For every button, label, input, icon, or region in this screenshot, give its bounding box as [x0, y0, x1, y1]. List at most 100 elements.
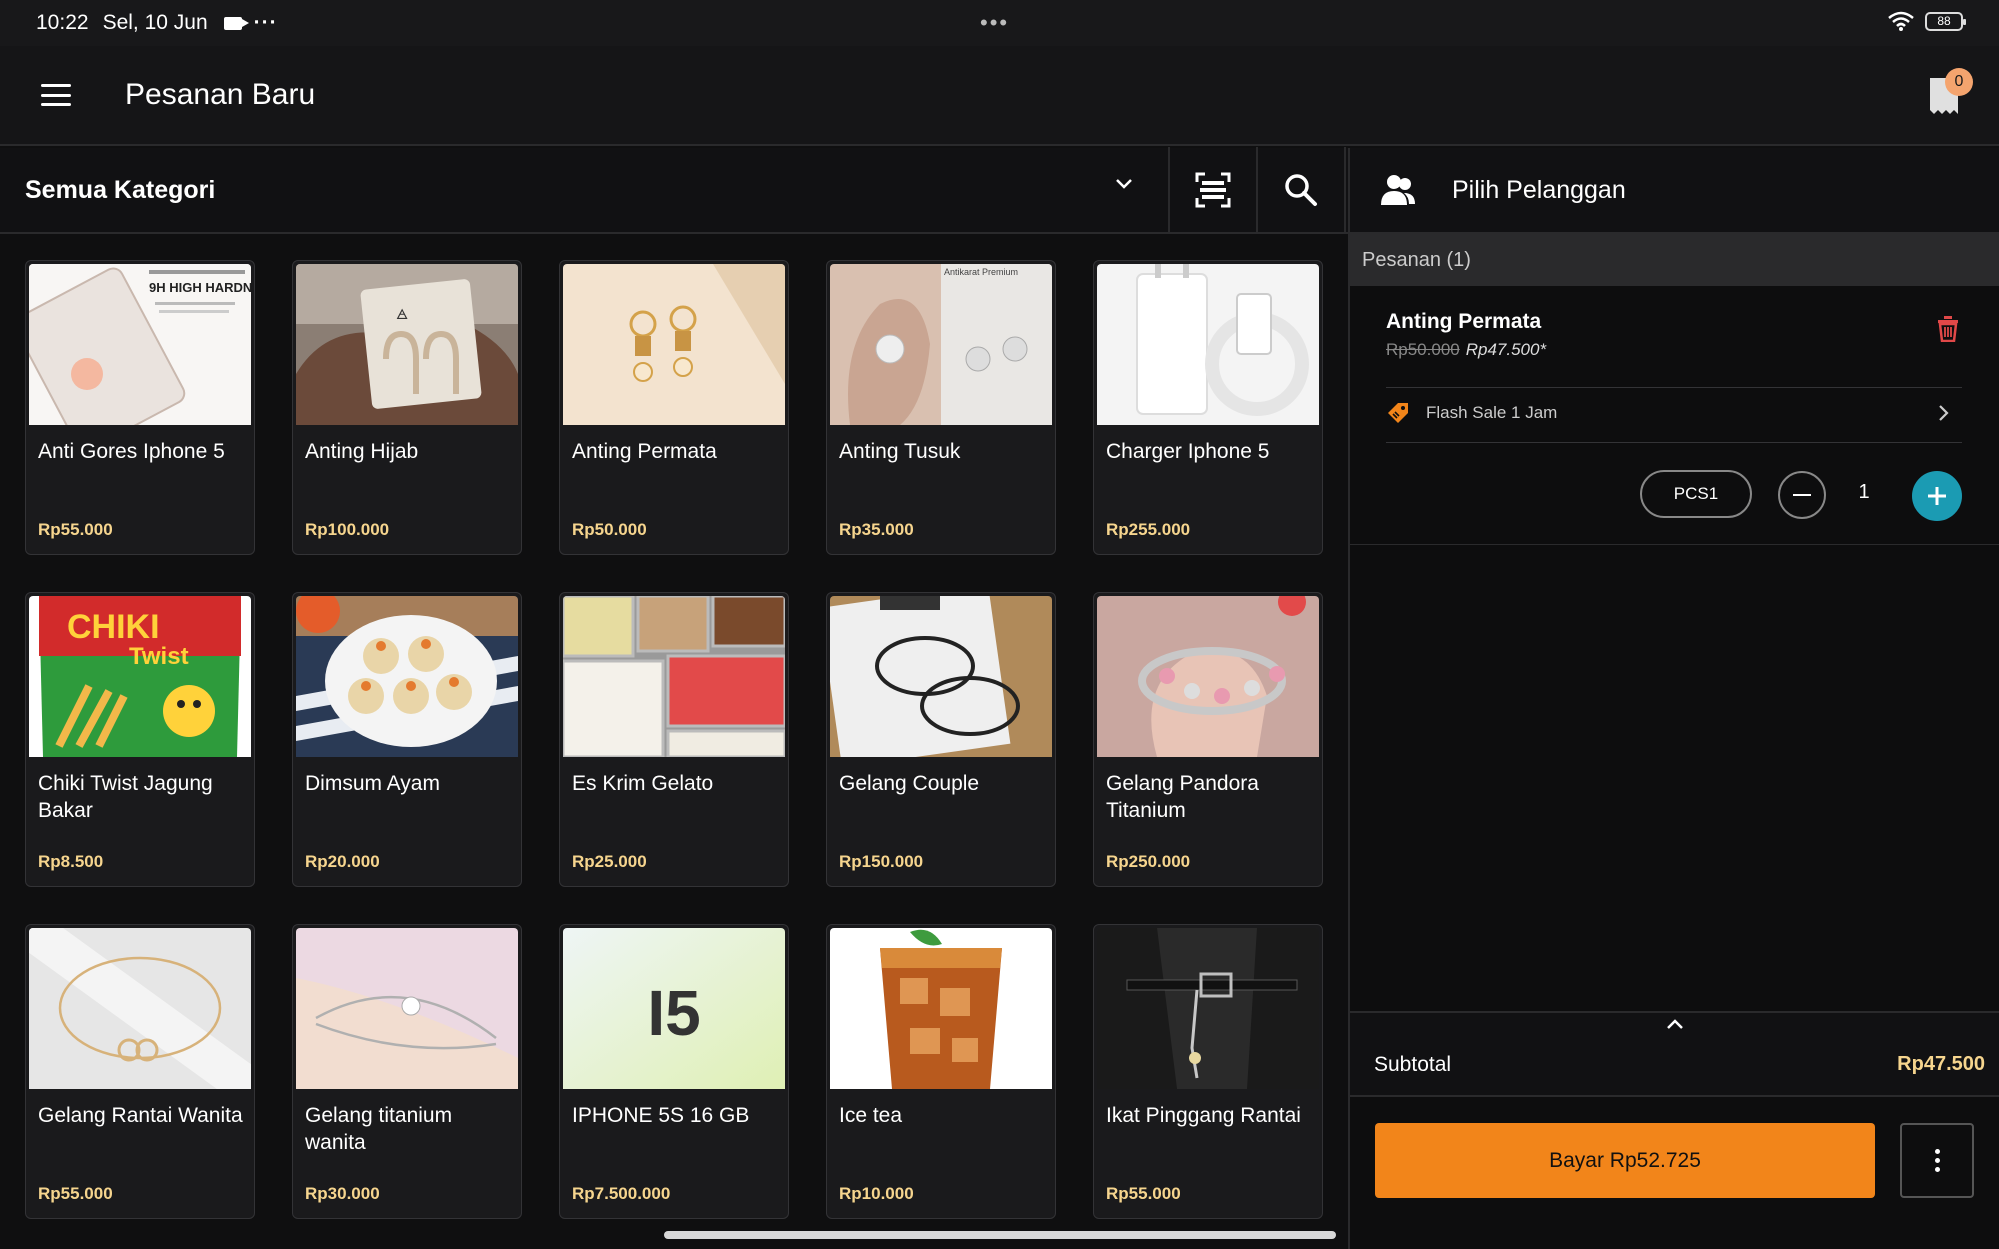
decrease-qty-button[interactable]	[1778, 471, 1826, 519]
product-name: Gelang titanium wanita	[305, 1104, 453, 1154]
product-image-gelato	[563, 596, 785, 757]
product-image-pandora-bracelet	[1097, 596, 1319, 757]
twist-text: Twist	[129, 643, 189, 670]
select-customer-button[interactable]: Pilih Pelanggan	[1350, 148, 1999, 234]
order-item-old-price: Rp50.000	[1386, 340, 1460, 359]
search-button[interactable]	[1258, 147, 1346, 233]
product-image-charger	[1097, 264, 1319, 425]
product-price: Rp55.000	[38, 520, 113, 539]
product-image-chain-belt	[1097, 928, 1319, 1089]
product-price: Rp150.000	[839, 852, 924, 871]
product-name: Anting Hijab	[305, 440, 419, 463]
chevron-up-icon[interactable]	[1665, 1017, 1685, 1031]
product-name: Charger Iphone 5	[1106, 440, 1270, 463]
product-image-i5-logo: I5	[563, 928, 785, 1089]
product-price: Rp20.000	[305, 852, 380, 871]
tag-icon	[1388, 403, 1408, 423]
product-card[interactable]: 🜁 Anting Hijab Rp100.000	[292, 260, 522, 555]
product-image-stud-earrings: Antikarat Premium	[830, 264, 1052, 425]
order-summary: Subtotal Rp47.500	[1350, 1011, 1999, 1097]
product-image-earrings-hand: 🜁	[296, 264, 518, 425]
product-name: Anti Gores Iphone 5	[38, 440, 225, 463]
product-name: Ice tea	[839, 1104, 903, 1127]
product-price: Rp55.000	[38, 1184, 113, 1203]
barcode-scan-button[interactable]	[1170, 147, 1258, 233]
search-icon	[1285, 174, 1317, 206]
status-time: 10:22	[36, 11, 89, 34]
product-card[interactable]: 9H HIGH HARDNESS Anti Gores Iphone 5 Rp5…	[25, 260, 255, 555]
subtotal-label: Subtotal	[1374, 1053, 1452, 1076]
product-name: IPHONE 5S 16 GB	[572, 1104, 750, 1127]
multiwindow-dots[interactable]: •••	[980, 10, 1009, 36]
order-item-new-price: Rp47.500*	[1465, 340, 1547, 359]
product-price: Rp50.000	[572, 520, 647, 539]
product-price: Rp100.000	[305, 520, 390, 539]
trash-icon	[1938, 316, 1958, 343]
product-image-snack-bag: CHIKI Twist	[29, 596, 251, 757]
increase-qty-button[interactable]	[1912, 471, 1962, 521]
order-header: Pesanan (1)	[1350, 234, 1999, 286]
chevron-right-icon	[1939, 405, 1949, 421]
antikarat-text: Antikarat Premium	[944, 267, 1018, 277]
unit-selector[interactable]: PCS1	[1640, 470, 1752, 518]
promo-row[interactable]: Flash Sale 1 Jam	[1386, 388, 1962, 438]
select-customer-label: Pilih Pelanggan	[1452, 175, 1626, 204]
i5-text: I5	[647, 977, 700, 1049]
category-label: Semua Kategori	[25, 175, 216, 204]
battery-level: 88	[1937, 14, 1951, 28]
receipt-button[interactable]: 0	[1927, 68, 1973, 116]
product-name: Chiki Twist Jagung Bakar	[38, 772, 213, 822]
divider	[1386, 442, 1962, 443]
product-price: Rp7.500.000	[572, 1184, 671, 1203]
product-image-screen-protector: 9H HIGH HARDNESS	[29, 264, 251, 425]
scan-icon	[1195, 172, 1231, 208]
kebab-dot	[1934, 1158, 1940, 1163]
product-price: Rp250.000	[1106, 852, 1191, 871]
kebab-dot	[1934, 1149, 1940, 1154]
order-item-name: Anting Permata	[1386, 310, 1542, 333]
order-item-price: Rp50.000 Rp47.500*	[1386, 340, 1546, 360]
delete-item-button[interactable]	[1937, 316, 1959, 347]
product-price: Rp55.000	[1106, 1184, 1181, 1203]
chevron-down-icon	[1116, 179, 1132, 189]
product-card[interactable]: Ikat Pinggang Rantai Rp55.000	[1093, 924, 1323, 1219]
video-camera-icon	[223, 16, 249, 30]
page-title: Pesanan Baru	[125, 78, 316, 111]
product-card[interactable]: Gelang Rantai Wanita Rp55.000	[25, 924, 255, 1219]
product-price: Rp25.000	[572, 852, 647, 871]
product-card[interactable]: Charger Iphone 5 Rp255.000	[1093, 260, 1323, 555]
menu-icon[interactable]	[41, 84, 71, 106]
product-card[interactable]: Dimsum Ayam Rp20.000	[292, 592, 522, 887]
product-image-dimsum	[296, 596, 518, 757]
product-name: Anting Permata	[572, 440, 717, 463]
product-card[interactable]: Es Krim Gelato Rp25.000	[559, 592, 789, 887]
product-card[interactable]: Ice tea Rp10.000	[826, 924, 1056, 1219]
product-image-gem-earrings	[563, 264, 785, 425]
product-name: Es Krim Gelato	[572, 772, 714, 795]
promo-label: Flash Sale 1 Jam	[1426, 403, 1558, 422]
category-dropdown[interactable]: Semua Kategori	[0, 147, 1170, 233]
product-price: Rp10.000	[839, 1184, 914, 1203]
product-card[interactable]: Gelang Couple Rp150.000	[826, 592, 1056, 887]
product-card[interactable]: Gelang Pandora Titanium Rp250.000	[1093, 592, 1323, 887]
wifi-icon	[1888, 11, 1914, 31]
more-options-button[interactable]	[1900, 1123, 1974, 1198]
product-card[interactable]: Gelang titanium wanita Rp30.000	[292, 924, 522, 1219]
product-image-ice-tea	[830, 928, 1052, 1089]
status-right: 88	[1887, 10, 1966, 32]
svg-text:🜁: 🜁	[396, 306, 408, 322]
pay-button[interactable]: Bayar Rp52.725	[1375, 1123, 1875, 1198]
product-card[interactable]: Antikarat Premium Anting Tusuk Rp35.000	[826, 260, 1056, 555]
product-card[interactable]: Anting Permata Rp50.000	[559, 260, 789, 555]
product-name: Ikat Pinggang Rantai	[1106, 1104, 1301, 1127]
subtotal-value: Rp47.500	[1897, 1053, 1985, 1075]
product-card[interactable]: I5 IPHONE 5S 16 GB Rp7.500.000	[559, 924, 789, 1219]
hardness-text: 9H HIGH HARDNESS	[149, 280, 251, 295]
product-name: Gelang Rantai Wanita	[38, 1104, 243, 1127]
product-name: Anting Tusuk	[839, 440, 961, 463]
kebab-dot	[1934, 1167, 1940, 1172]
status-bar: 10:22 Sel, 10 Jun ··· ••• 88	[0, 0, 1999, 46]
home-indicator[interactable]	[664, 1231, 1336, 1239]
status-date: Sel, 10 Jun	[102, 11, 208, 34]
product-card[interactable]: CHIKI Twist Chiki Twist Jagung Bakar Rp8…	[25, 592, 255, 887]
